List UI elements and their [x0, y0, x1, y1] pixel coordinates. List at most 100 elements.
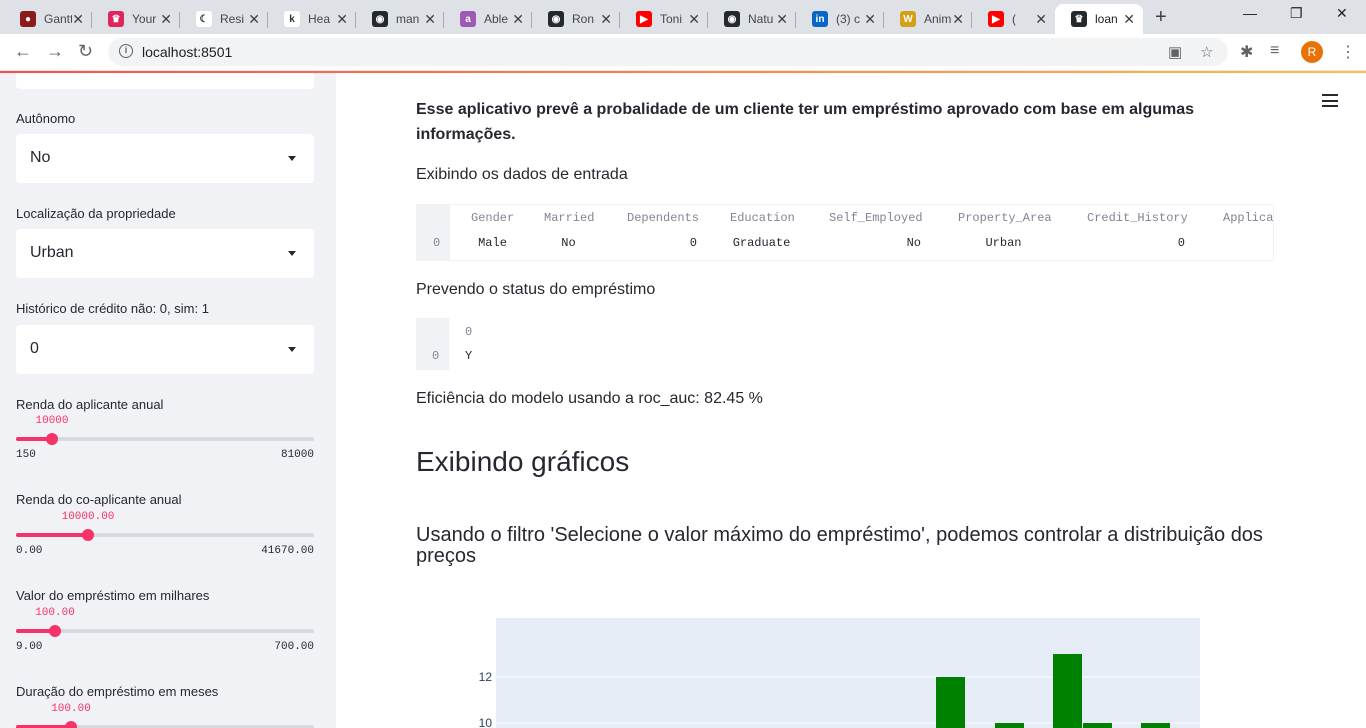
tab-favicon-icon: ♛: [1071, 11, 1087, 27]
tab-close-icon[interactable]: ✕: [336, 11, 348, 28]
tab-close-icon[interactable]: ✕: [600, 11, 612, 28]
tab-close-icon[interactable]: ✕: [864, 11, 876, 28]
translate-icon[interactable]: ▣: [1168, 43, 1182, 61]
browser-tab[interactable]: ☾ Resi ✕: [180, 4, 268, 34]
browser-tab[interactable]: ▶ Toni ✕: [620, 4, 708, 34]
tab-favicon-icon: W: [900, 11, 916, 27]
new-tab-button[interactable]: +: [1155, 6, 1167, 29]
tab-close-icon[interactable]: ✕: [512, 11, 524, 28]
autonomo-select[interactable]: No: [16, 134, 314, 183]
browser-tab[interactable]: a Able ✕: [444, 4, 532, 34]
select-box-previous[interactable]: [16, 73, 314, 89]
tab-title: man: [396, 12, 420, 26]
bar-chart[interactable]: 12 10: [416, 593, 1276, 728]
browser-toolbar: ← → ↻ i localhost:8501 ▣ ☆ ✱ ≡ R ⋮: [0, 34, 1366, 71]
browser-tab[interactable]: k Hea ✕: [268, 4, 356, 34]
slider-current-value: 10000.00: [61, 511, 115, 523]
slider-min: 0.00: [16, 545, 43, 557]
column-header[interactable]: Married: [544, 211, 594, 225]
browser-tab[interactable]: ◉ man ✕: [356, 4, 444, 34]
y-tick-label: 10: [479, 716, 493, 728]
column-header: 0: [465, 325, 473, 339]
tab-close-icon[interactable]: ✕: [160, 11, 172, 28]
browser-tab[interactable]: ◉ Ron ✕: [532, 4, 620, 34]
slider-thumb[interactable]: [82, 529, 94, 541]
slider-max: 41670.00: [261, 545, 314, 557]
main-content: Esse aplicativo prevê a probalidade de u…: [336, 73, 1366, 728]
slider-renda-aplicante[interactable]: 10000 150 81000: [16, 415, 314, 461]
url-text: localhost:8501: [142, 44, 233, 60]
browser-tab[interactable]: W Anim ✕: [884, 4, 972, 34]
charts-heading: Exibindo gráficos: [416, 446, 630, 477]
chevron-down-icon: [288, 347, 296, 352]
prediction-heading: Prevendo o status do empréstimo: [416, 281, 656, 298]
slider-thumb[interactable]: [49, 625, 61, 637]
bookmark-star-icon[interactable]: ☆: [1200, 43, 1213, 61]
slider-label-duracao: Duração do empréstimo em meses: [16, 684, 219, 699]
slider-duracao[interactable]: 100.00: [16, 703, 314, 728]
chevron-down-icon: [288, 251, 296, 256]
media-control-icon[interactable]: ≡: [1270, 42, 1279, 60]
historico-select[interactable]: 0: [16, 325, 314, 374]
tab-title: Your: [132, 12, 157, 26]
tab-close-icon[interactable]: ✕: [1035, 11, 1047, 28]
tab-favicon-icon: a: [460, 11, 476, 27]
slider-track[interactable]: [16, 437, 314, 441]
reload-icon[interactable]: ↻: [78, 41, 93, 62]
site-info-icon[interactable]: i: [119, 44, 133, 58]
browser-tab[interactable]: ▶(✕: [972, 4, 1055, 34]
column-header[interactable]: Applica: [1223, 211, 1273, 225]
browser-tab[interactable]: in (3) c ✕: [796, 4, 884, 34]
tab-favicon-icon: ◉: [724, 11, 740, 27]
browser-tab[interactable]: ◉ Natu ✕: [708, 4, 796, 34]
slider-min: 9.00: [16, 641, 43, 653]
column-header[interactable]: Gender: [471, 211, 514, 225]
restore-icon[interactable]: ❐: [1290, 5, 1303, 22]
tab-close-icon[interactable]: ✕: [248, 11, 260, 28]
tab-close-icon[interactable]: ✕: [72, 11, 84, 28]
browser-tab[interactable]: ♛ loan ✕: [1055, 4, 1143, 34]
autonomo-value: No: [30, 149, 51, 166]
row-index: 0: [433, 236, 441, 250]
browser-tab[interactable]: ♛ Your ✕: [92, 4, 180, 34]
profile-avatar[interactable]: R: [1301, 41, 1323, 63]
tab-close-icon[interactable]: ✕: [424, 11, 436, 28]
close-window-icon[interactable]: ✕: [1336, 5, 1348, 22]
forward-icon[interactable]: →: [46, 41, 64, 62]
column-header[interactable]: Property_Area: [958, 211, 1052, 225]
table-cell: Graduate: [732, 236, 791, 250]
tab-favicon-icon: ◉: [548, 11, 564, 27]
localizacao-select[interactable]: Urban: [16, 229, 314, 278]
tab-close-icon[interactable]: ✕: [776, 11, 788, 28]
tab-title: loan: [1095, 12, 1117, 26]
slider-valor-emprestimo[interactable]: 100.00 9.00 700.00: [16, 607, 314, 653]
tab-close-icon[interactable]: ✕: [1123, 11, 1135, 28]
column-header[interactable]: Dependents: [627, 211, 699, 225]
tab-close-icon[interactable]: ✕: [688, 11, 700, 28]
input-dataframe[interactable]: 0 Gender Married Dependents Education Self_E…: [416, 204, 1274, 261]
tab-favicon-icon: ◉: [372, 11, 388, 27]
prediction-dataframe[interactable]: 0 0 Y: [416, 318, 482, 370]
minimize-icon[interactable]: —: [1243, 5, 1257, 21]
slider-label-valor-emprestimo: Valor do empréstimo em milhares: [16, 588, 210, 603]
bar: [936, 677, 965, 728]
column-header[interactable]: Credit_History: [1087, 211, 1188, 225]
tab-favicon-icon: ▶: [636, 11, 652, 27]
slider-thumb[interactable]: [65, 721, 77, 728]
column-header[interactable]: Education: [730, 211, 795, 225]
tab-close-icon[interactable]: ✕: [952, 11, 964, 28]
bar-chart-svg: 12 10: [479, 618, 1200, 728]
hamburger-menu-icon[interactable]: [1322, 94, 1338, 111]
bar: [1083, 723, 1112, 728]
browser-tab[interactable]: ● Gantt ✕: [4, 4, 92, 34]
back-icon[interactable]: ←: [14, 41, 32, 62]
slider-thumb[interactable]: [46, 433, 58, 445]
column-header[interactable]: Self_Employed: [829, 211, 923, 225]
slider-renda-coaplicante[interactable]: 10000.00 0.00 41670.00: [16, 511, 314, 557]
extensions-icon[interactable]: ✱: [1240, 42, 1253, 62]
tab-favicon-icon: k: [284, 11, 300, 27]
chrome-menu-icon[interactable]: ⋮: [1340, 42, 1356, 62]
tab-title: Toni: [660, 12, 683, 26]
address-bar[interactable]: i localhost:8501 ▣ ☆: [108, 38, 1228, 66]
localizacao-label: Localização da propriedade: [16, 206, 176, 221]
